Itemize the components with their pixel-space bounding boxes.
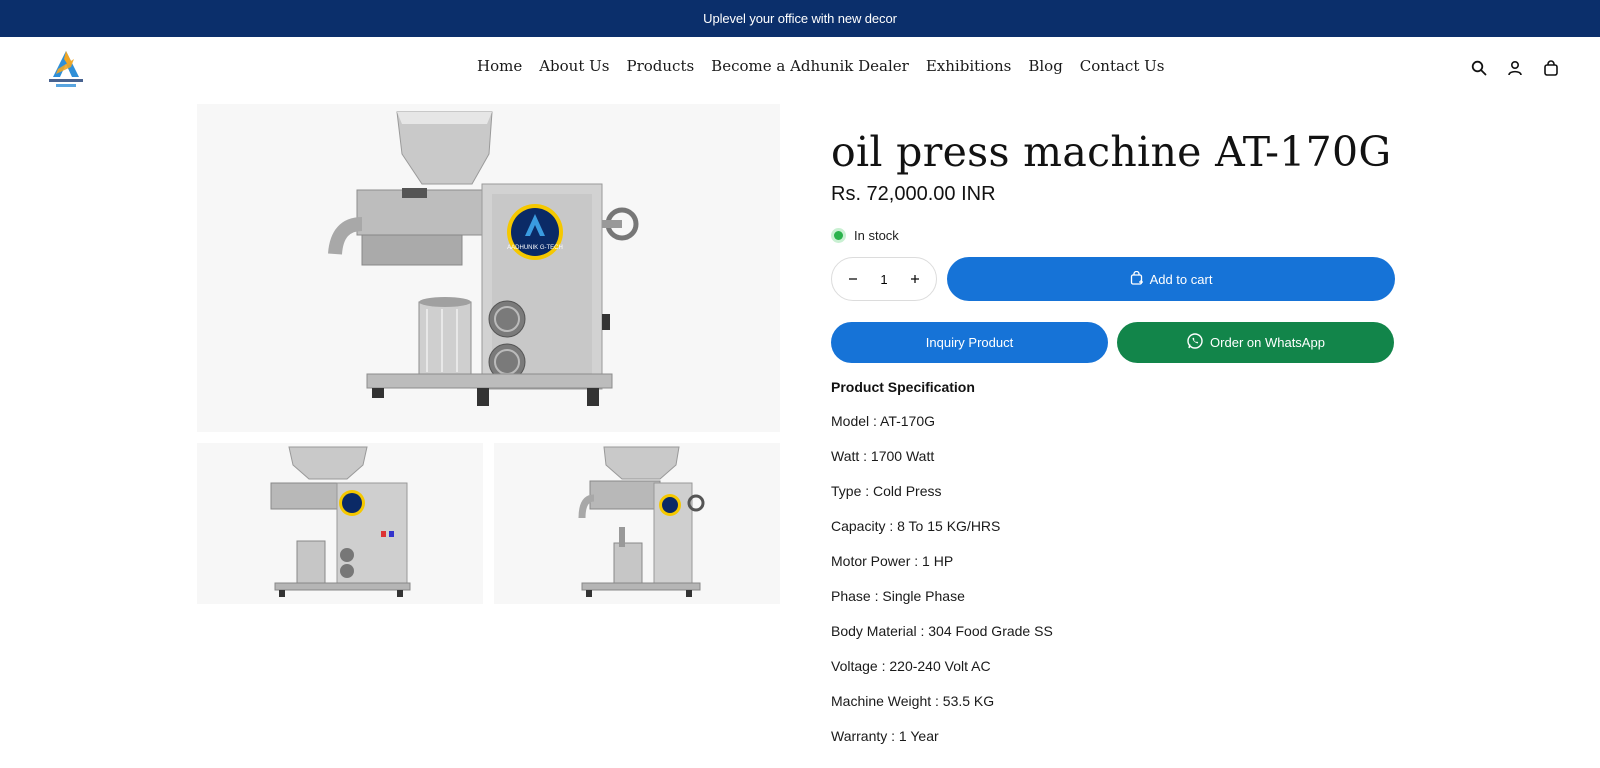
spec-item: Motor Power : 1 HP: [831, 552, 954, 569]
add-to-cart-icon: [1130, 270, 1144, 288]
spec-heading: Product Specification: [831, 379, 975, 396]
spec-item: Machine Weight : 53.5 KG: [831, 692, 995, 709]
spec-item: Phase : Single Phase: [831, 587, 965, 604]
cart-icon[interactable]: [1542, 59, 1560, 77]
nav-become-dealer[interactable]: Become a Adhunik Dealer: [711, 57, 909, 75]
product-main-image[interactable]: AADHUNIK G-TECH: [197, 104, 780, 432]
inquiry-label: Inquiry Product: [925, 335, 1014, 351]
order-whatsapp-button[interactable]: Order on WhatsApp: [1117, 322, 1394, 364]
nav-blog[interactable]: Blog: [1028, 57, 1062, 75]
whatsapp-label: Order on WhatsApp: [1210, 335, 1325, 351]
brand-logo[interactable]: [46, 47, 86, 89]
product-title: oil press machine AT-170G: [831, 128, 1392, 176]
spec-item: Model : AT-170G: [831, 412, 936, 429]
plus-icon[interactable]: [908, 272, 922, 286]
nav-about-us[interactable]: About Us: [539, 57, 609, 75]
whatsapp-icon: [1186, 332, 1204, 353]
nav-products[interactable]: Products: [626, 57, 694, 75]
site-header: Home About Us Products Become a Adhunik …: [0, 37, 1600, 103]
nav-contact-us[interactable]: Contact Us: [1080, 57, 1165, 75]
spec-item: Body Material : 304 Food Grade SS: [831, 622, 1053, 639]
announcement-text: Uplevel your office with new decor: [703, 11, 897, 26]
product-thumbnail-2[interactable]: [494, 443, 780, 604]
product-thumbnail-1[interactable]: [197, 443, 483, 604]
buy-row: Add to cart: [831, 257, 1395, 302]
logo-badge-text: AADHUNIK G-TECH: [507, 245, 563, 251]
spec-item: Watt : 1700 Watt: [831, 447, 935, 464]
quantity-input[interactable]: [864, 271, 904, 287]
account-icon[interactable]: [1506, 59, 1524, 77]
spec-item: Type : Cold Press: [831, 482, 942, 499]
header-actions: [1470, 59, 1560, 77]
spec-list: Model : AT-170G Watt : 1700 Watt Type : …: [831, 403, 1395, 753]
quantity-stepper: [831, 257, 937, 302]
search-icon[interactable]: [1470, 59, 1488, 77]
stock-label: In stock: [854, 228, 899, 244]
action-row: Inquiry Product Order on WhatsApp: [831, 322, 1395, 364]
stock-indicator-icon: [831, 228, 846, 244]
announcement-bar: Uplevel your office with new decor: [0, 0, 1600, 37]
product-info: oil press machine AT-170G Rs. 72,000.00 …: [831, 104, 1395, 753]
main-nav: Home About Us Products Become a Adhunik …: [477, 57, 1164, 75]
nav-exhibitions[interactable]: Exhibitions: [926, 57, 1011, 75]
add-to-cart-label: Add to cart: [1149, 271, 1213, 287]
spec-item: Capacity : 8 To 15 KG/HRS: [831, 517, 1001, 534]
add-to-cart-button[interactable]: Add to cart: [947, 257, 1395, 302]
inquiry-product-button[interactable]: Inquiry Product: [831, 322, 1108, 364]
minus-icon[interactable]: [846, 272, 860, 286]
spec-item: Voltage : 220-240 Volt AC: [831, 657, 991, 674]
stock-status: In stock: [831, 228, 1395, 244]
product-price: Rs. 72,000.00 INR: [831, 183, 996, 206]
spec-item: Warranty : 1 Year: [831, 727, 939, 744]
nav-home[interactable]: Home: [477, 57, 522, 75]
